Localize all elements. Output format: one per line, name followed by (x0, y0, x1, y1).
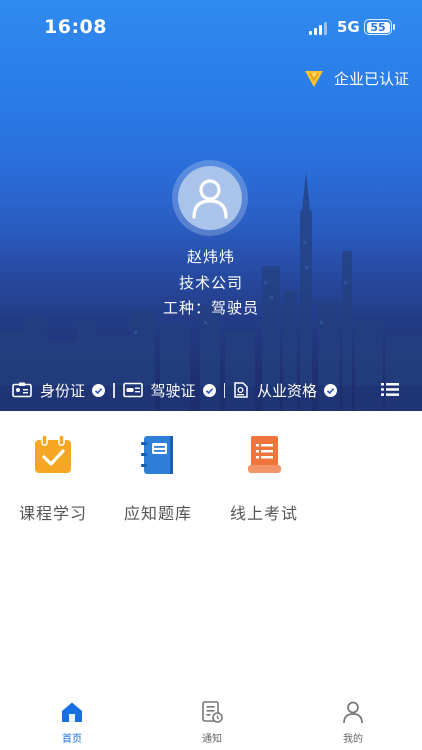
avatar[interactable] (172, 160, 248, 236)
divider (223, 382, 226, 398)
tab-label: 通知 (202, 734, 222, 745)
tab-home[interactable]: 首页 (42, 700, 102, 745)
job-type-value: 驾驶员 (211, 299, 260, 317)
driver-license-icon (122, 382, 143, 398)
battery-icon: 55 (364, 19, 392, 35)
user-company: 技术公司 (178, 274, 243, 292)
credential-id-card[interactable]: 身份证 (12, 374, 106, 406)
verified-check-icon (202, 383, 216, 397)
notebook-icon (141, 436, 173, 474)
credential-label: 驾驶证 (150, 381, 196, 400)
tab-label: 我的 (343, 734, 363, 745)
job-type-label: 工种： (162, 299, 211, 317)
feature-label: 应知题库 (123, 504, 192, 523)
user-avatar-icon (192, 179, 228, 219)
feature-grid: 课程学习 应知题库 线上考试 (0, 411, 422, 524)
credential-qualification[interactable]: 从业资格 (233, 374, 338, 406)
avatar-circle (178, 166, 242, 230)
credential-label: 从业资格 (257, 381, 318, 400)
feature-label: 课程学习 (18, 504, 87, 523)
home-icon (62, 702, 82, 722)
network-type: 5G (337, 18, 360, 36)
credential-driver-license[interactable]: 驾驶证 (122, 374, 216, 406)
notification-document-icon (202, 701, 223, 723)
id-card-icon (12, 382, 32, 398)
certificate-icon (234, 382, 248, 398)
tab-label: 首页 (62, 734, 82, 745)
battery-level: 55 (366, 21, 390, 33)
tab-notifications[interactable]: 通知 (182, 700, 242, 745)
credentials-bar: 身份证 驾驶证 从业资格 (0, 374, 422, 406)
signal-strength-icon (309, 22, 329, 35)
profile-header: 16:08 5G 55 企业已认证 赵炜炜 技术公司 工种： 驾驶员 身份证 驾… (0, 0, 422, 411)
user-icon (343, 701, 363, 724)
company-certified-badge[interactable]: 企业已认证 (303, 66, 409, 90)
tab-profile[interactable]: 我的 (323, 700, 383, 745)
certification-label: 企业已认证 (334, 69, 410, 88)
divider (113, 382, 115, 398)
battery-tip (393, 24, 395, 30)
verified-check-icon (92, 383, 106, 397)
credential-label: 身份证 (40, 381, 86, 400)
status-time: 16:08 (44, 16, 107, 38)
calendar-check-icon (35, 434, 71, 473)
bottom-tab-bar: 首页 通知 我的 (0, 692, 422, 750)
verified-v-icon (305, 71, 323, 87)
verified-check-icon (324, 383, 338, 397)
job-type: 工种： 驾驶员 (0, 297, 422, 318)
status-bar: 16:08 5G 55 (0, 0, 422, 54)
feature-question-bank[interactable]: 应知题库 (108, 433, 208, 524)
feature-online-exam[interactable]: 线上考试 (214, 433, 314, 524)
user-name: 赵炜炜 (186, 248, 235, 266)
feature-course-study[interactable]: 课程学习 (3, 433, 103, 524)
exam-paper-icon (248, 436, 281, 473)
list-menu-icon[interactable] (381, 382, 399, 397)
feature-label: 线上考试 (229, 504, 298, 523)
